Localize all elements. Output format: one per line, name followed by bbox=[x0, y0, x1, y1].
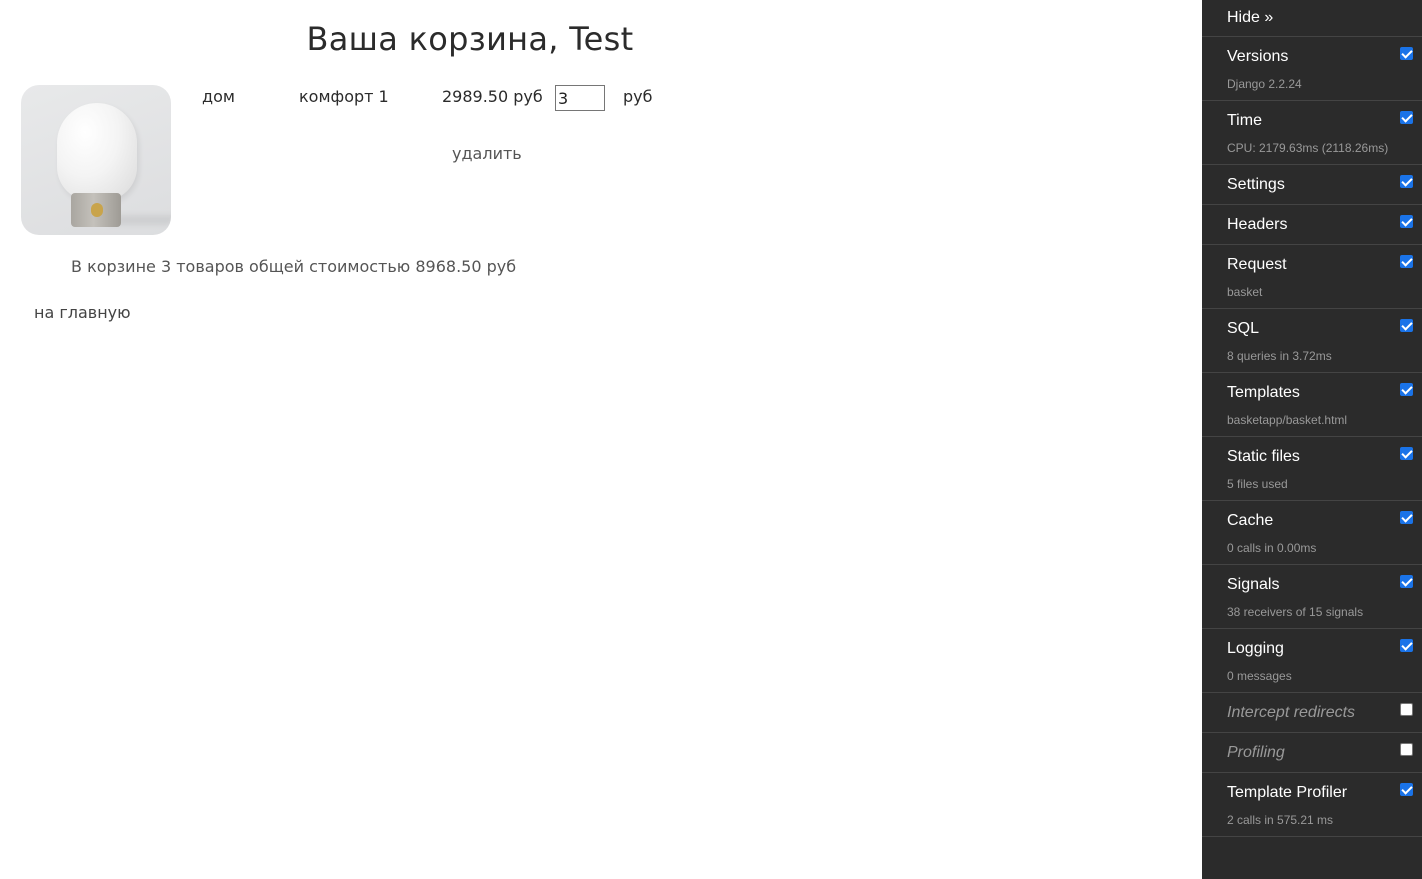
panel-toggle-checkbox[interactable] bbox=[1400, 215, 1413, 228]
home-link[interactable]: на главную bbox=[34, 303, 131, 322]
panel-toggle-checkbox[interactable] bbox=[1400, 575, 1413, 588]
panel-logging[interactable]: Logging 0 messages bbox=[1202, 629, 1422, 693]
panel-subtitle: 2 calls in 575.21 ms bbox=[1227, 813, 1334, 827]
panel-title: Versions bbox=[1227, 48, 1289, 65]
panel-toggle-checkbox[interactable] bbox=[1400, 511, 1413, 524]
panel-subtitle: Django 2.2.24 bbox=[1227, 77, 1302, 91]
panel-subtitle: 5 files used bbox=[1227, 477, 1288, 491]
panel-toggle-checkbox[interactable] bbox=[1400, 447, 1413, 460]
panel-title: Static files bbox=[1227, 448, 1300, 465]
panel-toggle-checkbox[interactable] bbox=[1400, 111, 1413, 124]
panel-settings[interactable]: Settings bbox=[1202, 165, 1422, 205]
debug-toolbar: Hide » Versions Django 2.2.24 Time CPU: … bbox=[1202, 0, 1422, 879]
panel-title: Intercept redirects bbox=[1227, 704, 1356, 721]
hide-toolbar-button[interactable]: Hide » bbox=[1202, 0, 1422, 37]
panel-title: Template Profiler bbox=[1227, 784, 1348, 801]
item-name: комфорт 1 bbox=[299, 87, 389, 106]
item-category: дом bbox=[202, 87, 235, 106]
panel-title: Profiling bbox=[1227, 744, 1285, 761]
panel-cache[interactable]: Cache 0 calls in 0.00ms bbox=[1202, 501, 1422, 565]
panel-time[interactable]: Time CPU: 2179.63ms (2118.26ms) bbox=[1202, 101, 1422, 165]
panel-title: Request bbox=[1227, 256, 1287, 273]
panel-toggle-checkbox[interactable] bbox=[1400, 319, 1413, 332]
panel-templates[interactable]: Templates basketapp/basket.html bbox=[1202, 373, 1422, 437]
item-currency: руб bbox=[623, 87, 653, 106]
product-image bbox=[21, 85, 171, 235]
panel-title: Settings bbox=[1227, 176, 1285, 193]
panel-title: Logging bbox=[1227, 640, 1284, 657]
panel-intercept-redirects[interactable]: Intercept redirects bbox=[1202, 693, 1422, 733]
panel-static-files[interactable]: Static files 5 files used bbox=[1202, 437, 1422, 501]
panel-subtitle: 8 queries in 3.72ms bbox=[1227, 349, 1332, 363]
panel-versions[interactable]: Versions Django 2.2.24 bbox=[1202, 37, 1422, 101]
panel-sql[interactable]: SQL 8 queries in 3.72ms bbox=[1202, 309, 1422, 373]
basket-summary: В корзине 3 товаров общей стоимостью 896… bbox=[71, 257, 517, 276]
panel-title: SQL bbox=[1227, 320, 1260, 337]
panel-toggle-checkbox[interactable] bbox=[1400, 639, 1413, 652]
panel-toggle-checkbox[interactable] bbox=[1400, 703, 1413, 716]
panel-template-profiler[interactable]: Template Profiler 2 calls in 575.21 ms bbox=[1202, 773, 1422, 837]
panel-title: Time bbox=[1227, 112, 1262, 129]
panel-title: Headers bbox=[1227, 216, 1288, 233]
panel-subtitle: 38 receivers of 15 signals bbox=[1227, 605, 1364, 619]
panel-subtitle: 0 messages bbox=[1227, 669, 1292, 683]
panel-title: Templates bbox=[1227, 384, 1300, 401]
panel-request[interactable]: Request basket bbox=[1202, 245, 1422, 309]
panel-toggle-checkbox[interactable] bbox=[1400, 255, 1413, 268]
quantity-input[interactable] bbox=[555, 85, 605, 111]
panel-signals[interactable]: Signals 38 receivers of 15 signals bbox=[1202, 565, 1422, 629]
panel-subtitle: CPU: 2179.63ms (2118.26ms) bbox=[1227, 141, 1389, 155]
panel-title: Signals bbox=[1227, 576, 1280, 593]
panel-headers[interactable]: Headers bbox=[1202, 205, 1422, 245]
panel-toggle-checkbox[interactable] bbox=[1400, 47, 1413, 60]
lamp-knob bbox=[91, 203, 103, 217]
panel-profiling[interactable]: Profiling bbox=[1202, 733, 1422, 773]
panel-subtitle: basketapp/basket.html bbox=[1227, 413, 1348, 427]
panel-toggle-checkbox[interactable] bbox=[1400, 383, 1413, 396]
panel-toggle-checkbox[interactable] bbox=[1400, 743, 1413, 756]
panel-subtitle: basket bbox=[1227, 285, 1263, 299]
panel-toggle-checkbox[interactable] bbox=[1400, 783, 1413, 796]
item-price: 2989.50 руб bbox=[442, 87, 543, 106]
delete-item-link[interactable]: удалить bbox=[452, 144, 522, 163]
panel-title: Cache bbox=[1227, 512, 1274, 529]
panel-subtitle: 0 calls in 0.00ms bbox=[1227, 541, 1317, 555]
page-title: Ваша корзина, Test bbox=[306, 20, 634, 58]
panel-toggle-checkbox[interactable] bbox=[1400, 175, 1413, 188]
lamp-shade bbox=[57, 103, 137, 201]
